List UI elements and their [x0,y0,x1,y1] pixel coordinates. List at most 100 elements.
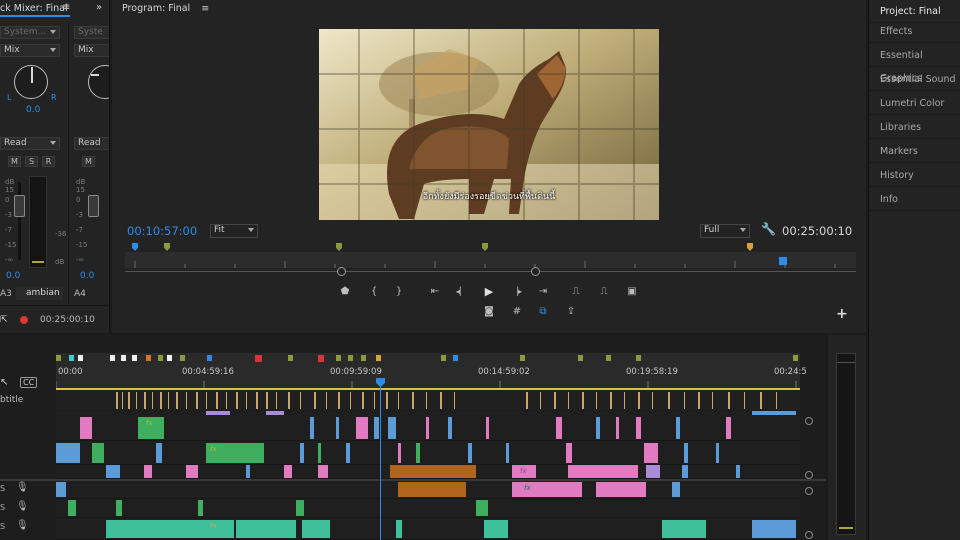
clip[interactable] [266,411,284,415]
mark-in-button[interactable]: { [367,286,381,298]
clip[interactable] [388,417,396,439]
video-frame[interactable]: อีกทั้งยังมีร่องรอยขีดข่วนที่พื้นดินนี้ [319,29,659,220]
scroll-handle[interactable] [805,417,813,425]
double-chevron-right-icon[interactable]: » [96,0,102,16]
panel-info[interactable]: Info [869,188,960,211]
clip[interactable] [596,417,600,439]
go-to-out-button[interactable]: ⇥ [536,286,550,298]
go-to-in-button[interactable]: ⇤ [428,286,442,298]
video-track-v3[interactable]: fx [56,411,800,441]
clip[interactable] [318,465,328,478]
step-forward-button[interactable]: ▕▸ [510,286,524,298]
timeline-ruler[interactable]: 00:00 00:04:59:16 00:09:59:09 00:14:59:0… [56,353,807,389]
clip[interactable]: fx [512,482,582,497]
clip[interactable] [56,443,80,463]
record-icon[interactable] [20,316,28,324]
clip[interactable] [426,417,429,439]
export-frame-button[interactable]: ◙ [482,306,496,318]
clip[interactable] [106,465,120,478]
clip[interactable]: fx [206,443,264,463]
pan-knob-2[interactable] [88,65,109,99]
clip[interactable] [468,443,472,463]
monitor-time-ruler[interactable] [125,252,856,268]
safe-margins-button[interactable]: # [510,306,524,318]
audio-track-a3[interactable]: fx [56,518,800,540]
input-select-2[interactable]: Syste [74,26,109,39]
panel-essential-sound[interactable]: Essential Sound [869,68,960,91]
clip[interactable] [390,465,476,478]
clip[interactable] [676,417,680,439]
audio-track-a1[interactable]: fx [56,481,800,499]
hamburger-icon[interactable]: ≡ [201,3,209,14]
microphone-icon[interactable]: 🎙 [16,520,29,531]
microphone-icon[interactable]: 🎙 [16,501,29,512]
clip[interactable] [506,443,509,463]
clip[interactable] [662,520,706,538]
pan-value-1[interactable]: 0.0 [26,105,40,115]
pan-knob-1[interactable] [14,65,48,99]
scroll-handle[interactable] [805,531,813,539]
clip[interactable] [144,465,152,478]
clip[interactable] [236,520,296,538]
clip[interactable] [646,465,660,478]
volume-value-1[interactable]: 0.0 [6,271,20,281]
clip[interactable] [318,443,321,463]
clip[interactable] [396,520,402,538]
play-button[interactable]: ▶ [482,286,496,298]
clip[interactable] [116,500,122,516]
add-marker-button[interactable]: ⬟ [338,286,352,298]
clip[interactable] [476,500,488,516]
clip[interactable] [736,465,740,478]
clip[interactable] [156,443,162,463]
audio-mixer-tab[interactable]: ck Mixer: Final ≡ » [0,0,109,17]
monitor-playhead-handle[interactable] [779,257,787,265]
clip[interactable] [310,417,314,439]
clip[interactable] [56,482,66,497]
resolution-select[interactable]: Full [700,224,750,238]
mode-select-2[interactable]: Mix [74,44,109,57]
clip[interactable] [92,443,104,463]
clip[interactable] [346,443,350,463]
clip[interactable] [300,443,304,463]
automation-select-1[interactable]: Read [0,137,60,150]
panel-libraries[interactable]: Libraries [869,116,960,139]
clip[interactable] [246,465,250,478]
clip[interactable] [644,443,658,463]
clip[interactable] [398,482,466,497]
clip[interactable]: fx [138,417,164,439]
clip[interactable] [398,443,401,463]
clip[interactable] [566,443,572,463]
clip[interactable] [336,417,339,439]
wrench-icon[interactable]: 🔧 [761,222,776,236]
panel-history[interactable]: History [869,164,960,187]
clip[interactable] [596,482,646,497]
clip[interactable] [284,465,292,478]
clip[interactable] [416,443,420,463]
automation-select-2[interactable]: Read [74,137,109,150]
clip[interactable] [356,417,368,439]
monitor-zoom-bar[interactable] [125,271,856,272]
clip[interactable] [68,500,76,516]
clip[interactable] [726,417,731,439]
clip[interactable]: fx [106,520,234,538]
clip[interactable] [568,465,638,478]
clip[interactable] [206,411,230,415]
clip[interactable] [684,443,688,463]
comparison-view-button[interactable]: ▣ [625,286,639,298]
clip[interactable] [186,465,198,478]
mode-select-1[interactable]: Mix [0,44,60,57]
clip[interactable] [302,520,330,538]
clip[interactable] [752,411,796,415]
video-track-v2[interactable]: fx [56,441,800,465]
panel-markers[interactable]: Markers [869,140,960,163]
mute-button-2[interactable]: M [82,156,95,167]
clip[interactable] [448,417,452,439]
record-button-1[interactable]: R [42,156,55,167]
clip[interactable] [752,520,796,538]
video-track-v1[interactable]: fx [56,465,800,479]
scroll-handle[interactable] [805,487,813,495]
vr-video-button[interactable]: ⧉ [536,306,550,318]
clip[interactable] [80,417,92,439]
subtitle-track-clips[interactable] [56,390,800,410]
scroll-handle[interactable] [805,471,813,479]
